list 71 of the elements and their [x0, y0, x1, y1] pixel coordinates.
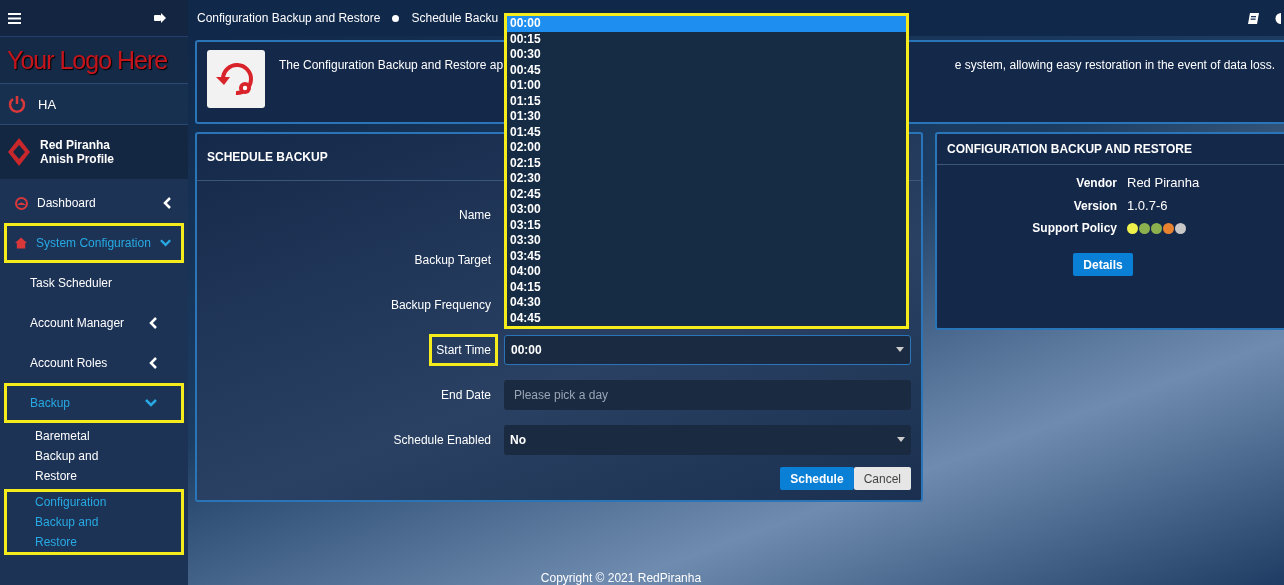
- info-label: Version: [1072, 198, 1117, 213]
- dropdown-option[interactable]: 03:30: [507, 233, 906, 249]
- dropdown-option[interactable]: 04:15: [507, 279, 906, 295]
- dropdown-option[interactable]: 02:15: [507, 155, 906, 171]
- dropdown-option[interactable]: 01:15: [507, 93, 906, 109]
- ha-label[interactable]: HA: [38, 96, 57, 112]
- info-label: Support Policy: [1031, 221, 1117, 235]
- info-value: Red Piranha: [1127, 175, 1201, 190]
- logout-icon[interactable]: [154, 13, 166, 23]
- sidebar-item[interactable]: Dashboard: [37, 196, 96, 210]
- dropdown-option[interactable]: 04:30: [507, 295, 906, 311]
- sidebar-item[interactable]: Account Roles: [30, 356, 108, 370]
- description-text: e system, allowing easy restoration in the event of data loss.: [954, 58, 1275, 72]
- chevron-down-icon[interactable]: [159, 239, 171, 247]
- sidebar-item[interactable]: Backup: [30, 396, 71, 410]
- schedule-button[interactable]: Schedule: [780, 467, 854, 490]
- field-label: Start Time: [429, 333, 498, 366]
- date-input-field[interactable]: Please pick a day: [504, 379, 911, 410]
- profile-logo-icon: [8, 138, 30, 166]
- profile-name: Red Piranha: [40, 138, 112, 152]
- info-value: 1.0.7-6: [1127, 198, 1169, 213]
- breadcrumb-separator-icon: [392, 14, 400, 22]
- dropdown-option[interactable]: 00:15: [507, 31, 906, 47]
- details-button[interactable]: Details: [1073, 253, 1133, 276]
- field-label: Backup Frequency: [389, 296, 492, 314]
- home-icon: [15, 237, 28, 249]
- panel-title: SCHEDULE BACKUP: [207, 150, 328, 164]
- caret-icon: [896, 347, 904, 352]
- backup-restore-logo-icon: [207, 50, 265, 108]
- sidebar-item[interactable]: Baremetal Backup and Restore: [35, 426, 125, 486]
- dropdown-option[interactable]: 02:45: [507, 186, 906, 202]
- sidebar-item[interactable]: Task Scheduler: [30, 276, 113, 290]
- panel-title: CONFIGURATION BACKUP AND RESTORE: [947, 142, 1192, 156]
- dashboard-icon: [15, 196, 28, 210]
- chevron-down-icon[interactable]: [145, 399, 157, 407]
- dropdown-option[interactable]: 02:00: [507, 140, 906, 156]
- field-label: End Date: [439, 386, 492, 404]
- dropdown-option[interactable]: 01:00: [507, 78, 906, 94]
- logo-text: Your Logo Here: [7, 45, 168, 75]
- breadcrumb-item[interactable]: Configuration Backup and Restore: [197, 11, 381, 25]
- sidebar-item[interactable]: Account Manager: [30, 316, 125, 330]
- profile-subtitle: Anish Profile: [40, 152, 114, 166]
- dropdown-option[interactable]: 02:30: [507, 171, 906, 187]
- chevron-left-icon[interactable]: [163, 197, 171, 209]
- sidebar-item[interactable]: Configuration Backup and Restore: [35, 492, 125, 552]
- info-label: Vendor: [1075, 175, 1117, 190]
- breadcrumb-item[interactable]: Schedule Backu: [411, 11, 499, 25]
- chevron-left-icon[interactable]: [149, 357, 157, 369]
- caret-icon: [897, 437, 905, 442]
- cancel-button[interactable]: Cancel: [853, 467, 911, 490]
- menu-icon[interactable]: [8, 12, 21, 24]
- sidebar-item[interactable]: System Configuration: [36, 236, 151, 250]
- dropdown-option[interactable]: 03:45: [507, 248, 906, 264]
- dropdown-option[interactable]: 04:45: [507, 310, 906, 326]
- field-label: Schedule Enabled: [392, 431, 492, 449]
- dropdown-option[interactable]: 03:15: [507, 217, 906, 233]
- dropdown-option[interactable]: 00:45: [507, 62, 906, 78]
- field-label: Backup Target: [413, 251, 492, 269]
- description-text: The Configuration Backup and Restore ap: [279, 58, 504, 72]
- dropdown-option[interactable]: 03:00: [507, 202, 906, 218]
- power-icon: [8, 95, 26, 113]
- dropdown-option[interactable]: 00:30: [507, 47, 906, 63]
- dropdown-option[interactable]: 01:45: [507, 124, 906, 140]
- field-label: Name: [458, 206, 492, 224]
- select-field[interactable]: 00:00: [504, 334, 911, 365]
- dropdown-option[interactable]: 04:00: [507, 264, 906, 280]
- copyright-text: Copyright © 2021 RedPiranha: [540, 571, 702, 585]
- book-icon[interactable]: [1248, 12, 1259, 24]
- dropdown-option[interactable]: 01:30: [507, 109, 906, 125]
- select-field[interactable]: No: [504, 424, 911, 455]
- chevron-left-icon[interactable]: [149, 317, 157, 329]
